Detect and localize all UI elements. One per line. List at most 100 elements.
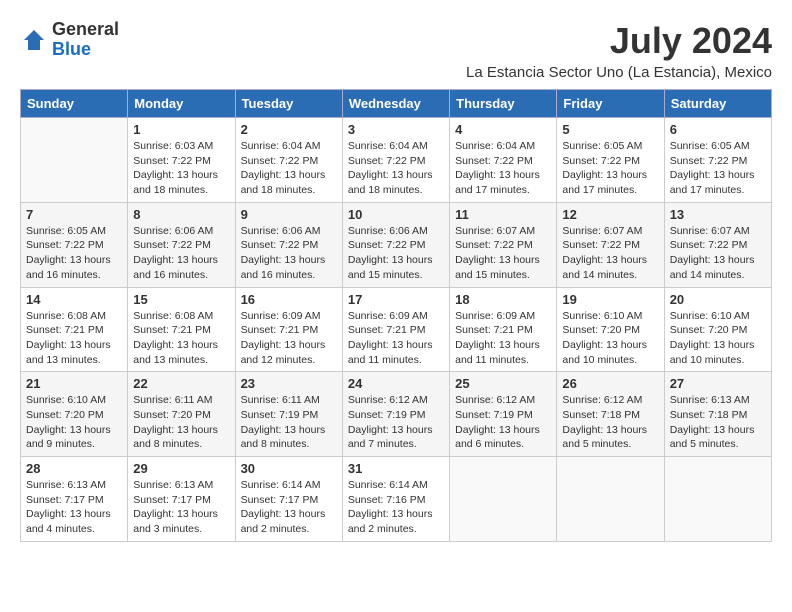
table-cell: 14 Sunrise: 6:08 AMSunset: 7:21 PMDayligh… <box>21 287 128 372</box>
table-cell <box>557 457 664 542</box>
day-info: Sunrise: 6:09 AMSunset: 7:21 PMDaylight:… <box>348 309 444 368</box>
day-number: 18 <box>455 292 551 307</box>
day-number: 16 <box>241 292 337 307</box>
day-number: 19 <box>562 292 658 307</box>
day-info: Sunrise: 6:09 AMSunset: 7:21 PMDaylight:… <box>455 309 551 368</box>
table-cell: 25 Sunrise: 6:12 AMSunset: 7:19 PMDayligh… <box>450 372 557 457</box>
day-info: Sunrise: 6:12 AMSunset: 7:18 PMDaylight:… <box>562 393 658 452</box>
logo: General Blue <box>20 20 119 60</box>
day-info: Sunrise: 6:12 AMSunset: 7:19 PMDaylight:… <box>455 393 551 452</box>
calendar-header-row: Sunday Monday Tuesday Wednesday Thursday… <box>21 90 772 118</box>
day-info: Sunrise: 6:08 AMSunset: 7:21 PMDaylight:… <box>133 309 229 368</box>
day-number: 5 <box>562 122 658 137</box>
day-info: Sunrise: 6:07 AMSunset: 7:22 PMDaylight:… <box>562 224 658 283</box>
header-tuesday: Tuesday <box>235 90 342 118</box>
day-info: Sunrise: 6:14 AMSunset: 7:17 PMDaylight:… <box>241 478 337 537</box>
day-info: Sunrise: 6:04 AMSunset: 7:22 PMDaylight:… <box>241 139 337 198</box>
day-info: Sunrise: 6:07 AMSunset: 7:22 PMDaylight:… <box>670 224 766 283</box>
day-number: 11 <box>455 207 551 222</box>
day-number: 6 <box>670 122 766 137</box>
table-cell: 21 Sunrise: 6:10 AMSunset: 7:20 PMDayligh… <box>21 372 128 457</box>
calendar-row-5: 28 Sunrise: 6:13 AMSunset: 7:17 PMDayligh… <box>21 457 772 542</box>
table-cell: 9 Sunrise: 6:06 AMSunset: 7:22 PMDaylight… <box>235 202 342 287</box>
day-number: 2 <box>241 122 337 137</box>
table-cell: 18 Sunrise: 6:09 AMSunset: 7:21 PMDayligh… <box>450 287 557 372</box>
day-info: Sunrise: 6:05 AMSunset: 7:22 PMDaylight:… <box>670 139 766 198</box>
table-cell: 15 Sunrise: 6:08 AMSunset: 7:21 PMDayligh… <box>128 287 235 372</box>
day-number: 26 <box>562 376 658 391</box>
day-number: 28 <box>26 461 122 476</box>
table-cell <box>21 118 128 203</box>
day-number: 23 <box>241 376 337 391</box>
day-number: 30 <box>241 461 337 476</box>
table-cell: 27Sunrise: 6:13 AMSunset: 7:18 PMDayligh… <box>664 372 771 457</box>
day-info: Sunrise: 6:10 AMSunset: 7:20 PMDaylight:… <box>670 309 766 368</box>
day-info: Sunrise: 6:10 AMSunset: 7:20 PMDaylight:… <box>562 309 658 368</box>
table-cell <box>664 457 771 542</box>
table-cell: 1Sunrise: 6:03 AMSunset: 7:22 PMDaylight… <box>128 118 235 203</box>
day-number: 25 <box>455 376 551 391</box>
day-info: Sunrise: 6:08 AMSunset: 7:21 PMDaylight:… <box>26 309 122 368</box>
day-info: Sunrise: 6:09 AMSunset: 7:21 PMDaylight:… <box>241 309 337 368</box>
day-info: Sunrise: 6:13 AMSunset: 7:18 PMDaylight:… <box>670 393 766 452</box>
table-cell: 5 Sunrise: 6:05 AMSunset: 7:22 PMDaylight… <box>557 118 664 203</box>
table-cell: 11Sunrise: 6:07 AMSunset: 7:22 PMDayligh… <box>450 202 557 287</box>
day-info: Sunrise: 6:05 AMSunset: 7:22 PMDaylight:… <box>26 224 122 283</box>
day-number: 24 <box>348 376 444 391</box>
day-info: Sunrise: 6:13 AMSunset: 7:17 PMDaylight:… <box>133 478 229 537</box>
title-block: July 2024 La Estancia Sector Uno (La Est… <box>466 20 772 81</box>
table-cell: 20Sunrise: 6:10 AMSunset: 7:20 PMDayligh… <box>664 287 771 372</box>
day-number: 21 <box>26 376 122 391</box>
day-info: Sunrise: 6:04 AMSunset: 7:22 PMDaylight:… <box>455 139 551 198</box>
table-cell: 16 Sunrise: 6:09 AMSunset: 7:21 PMDayligh… <box>235 287 342 372</box>
calendar-row-4: 21 Sunrise: 6:10 AMSunset: 7:20 PMDayligh… <box>21 372 772 457</box>
header-friday: Friday <box>557 90 664 118</box>
day-number: 9 <box>241 207 337 222</box>
logo-text: General Blue <box>52 20 119 60</box>
logo-icon <box>20 26 48 54</box>
day-info: Sunrise: 6:04 AMSunset: 7:22 PMDaylight:… <box>348 139 444 198</box>
day-number: 15 <box>133 292 229 307</box>
calendar-row-3: 14 Sunrise: 6:08 AMSunset: 7:21 PMDayligh… <box>21 287 772 372</box>
table-cell: 10 Sunrise: 6:06 AMSunset: 7:22 PMDayligh… <box>342 202 449 287</box>
day-info: Sunrise: 6:06 AMSunset: 7:22 PMDaylight:… <box>133 224 229 283</box>
day-number: 10 <box>348 207 444 222</box>
table-cell <box>450 457 557 542</box>
table-cell: 3 Sunrise: 6:04 AMSunset: 7:22 PMDaylight… <box>342 118 449 203</box>
day-info: Sunrise: 6:10 AMSunset: 7:20 PMDaylight:… <box>26 393 122 452</box>
day-number: 22 <box>133 376 229 391</box>
table-cell: 28 Sunrise: 6:13 AMSunset: 7:17 PMDayligh… <box>21 457 128 542</box>
day-info: Sunrise: 6:05 AMSunset: 7:22 PMDaylight:… <box>562 139 658 198</box>
calendar-row-1: 1Sunrise: 6:03 AMSunset: 7:22 PMDaylight… <box>21 118 772 203</box>
table-cell: 30 Sunrise: 6:14 AMSunset: 7:17 PMDayligh… <box>235 457 342 542</box>
header-saturday: Saturday <box>664 90 771 118</box>
day-info: Sunrise: 6:13 AMSunset: 7:17 PMDaylight:… <box>26 478 122 537</box>
day-info: Sunrise: 6:11 AMSunset: 7:19 PMDaylight:… <box>241 393 337 452</box>
table-cell: 13Sunrise: 6:07 AMSunset: 7:22 PMDayligh… <box>664 202 771 287</box>
day-number: 17 <box>348 292 444 307</box>
table-cell: 22 Sunrise: 6:11 AMSunset: 7:20 PMDayligh… <box>128 372 235 457</box>
month-title: July 2024 <box>466 20 772 62</box>
table-cell: 24 Sunrise: 6:12 AMSunset: 7:19 PMDayligh… <box>342 372 449 457</box>
day-number: 12 <box>562 207 658 222</box>
table-cell: 6 Sunrise: 6:05 AMSunset: 7:22 PMDaylight… <box>664 118 771 203</box>
header-monday: Monday <box>128 90 235 118</box>
day-number: 4 <box>455 122 551 137</box>
day-info: Sunrise: 6:12 AMSunset: 7:19 PMDaylight:… <box>348 393 444 452</box>
day-number: 31 <box>348 461 444 476</box>
table-cell: 7 Sunrise: 6:05 AMSunset: 7:22 PMDaylight… <box>21 202 128 287</box>
table-cell: 26 Sunrise: 6:12 AMSunset: 7:18 PMDayligh… <box>557 372 664 457</box>
day-number: 14 <box>26 292 122 307</box>
day-info: Sunrise: 6:14 AMSunset: 7:16 PMDaylight:… <box>348 478 444 537</box>
location-title: La Estancia Sector Uno (La Estancia), Me… <box>466 64 772 81</box>
day-info: Sunrise: 6:06 AMSunset: 7:22 PMDaylight:… <box>348 224 444 283</box>
table-cell: 31 Sunrise: 6:14 AMSunset: 7:16 PMDayligh… <box>342 457 449 542</box>
day-info: Sunrise: 6:06 AMSunset: 7:22 PMDaylight:… <box>241 224 337 283</box>
table-cell: 17 Sunrise: 6:09 AMSunset: 7:21 PMDayligh… <box>342 287 449 372</box>
day-number: 7 <box>26 207 122 222</box>
table-cell: 4 Sunrise: 6:04 AMSunset: 7:22 PMDaylight… <box>450 118 557 203</box>
table-cell: 12 Sunrise: 6:07 AMSunset: 7:22 PMDayligh… <box>557 202 664 287</box>
day-info: Sunrise: 6:11 AMSunset: 7:20 PMDaylight:… <box>133 393 229 452</box>
day-number: 3 <box>348 122 444 137</box>
table-cell: 19 Sunrise: 6:10 AMSunset: 7:20 PMDayligh… <box>557 287 664 372</box>
